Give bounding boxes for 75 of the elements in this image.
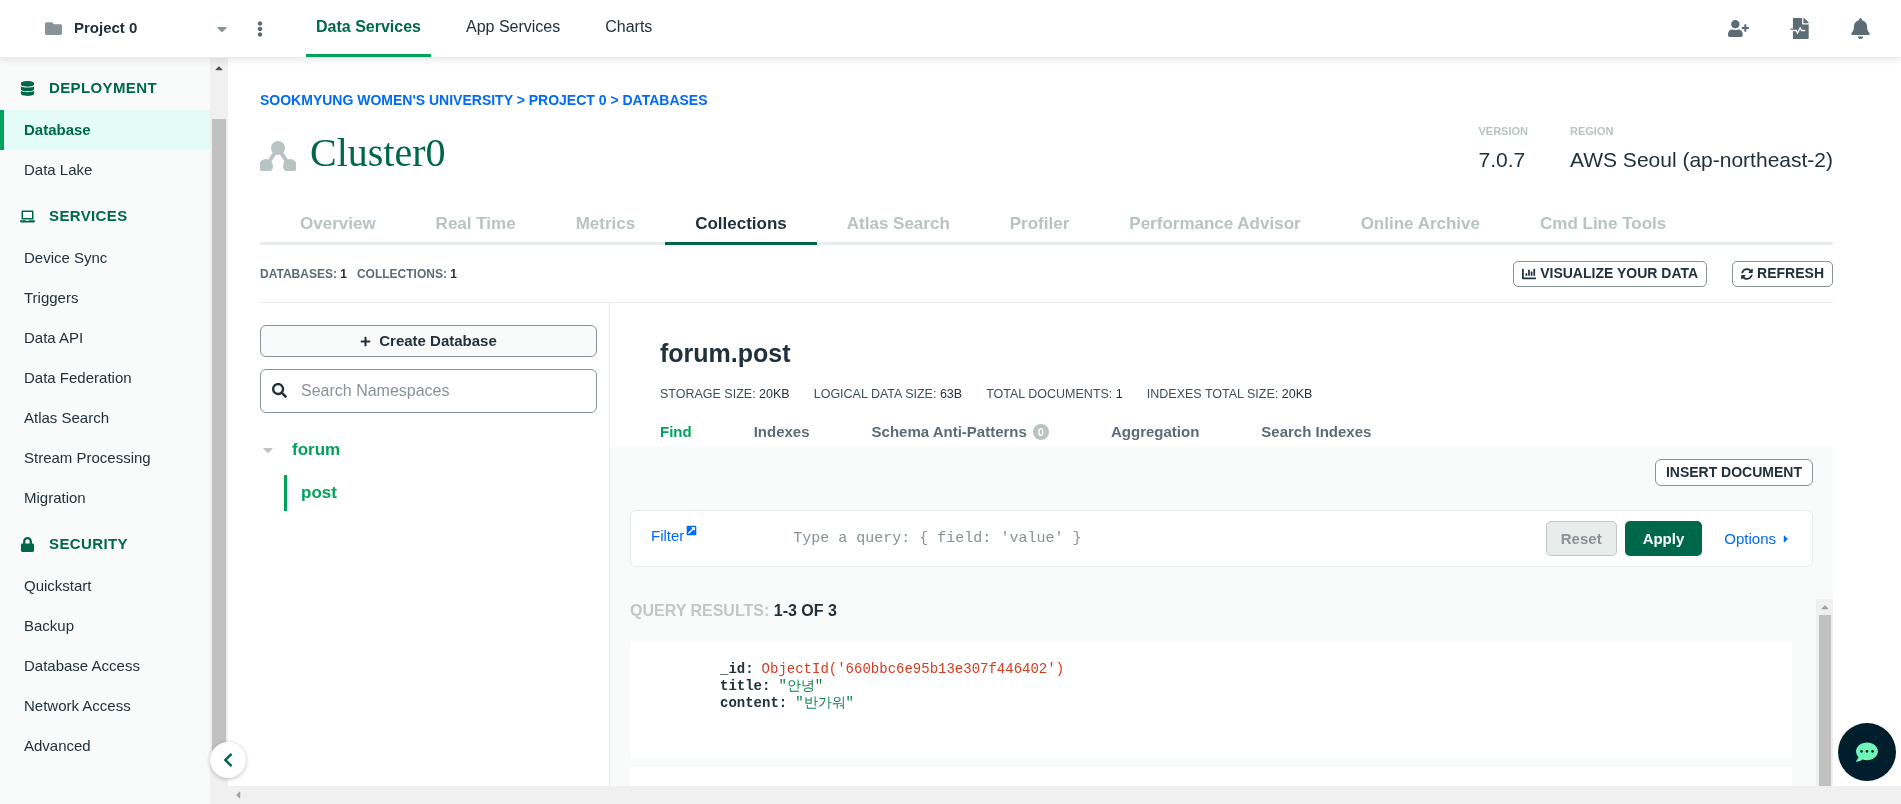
field-key: title: — [720, 678, 771, 696]
count-label: DATABASES: 1 — [260, 265, 347, 283]
options-button[interactable]: Options — [1724, 527, 1792, 550]
sidebar-item[interactable]: Data API — [0, 318, 210, 358]
lock-icon — [20, 536, 35, 552]
sidebar-item[interactable]: Device Sync — [0, 238, 210, 278]
field-value: ObjectId('660bbc6e95b13e307f446402') — [761, 661, 1065, 679]
apply-button[interactable]: Apply — [1624, 521, 1703, 557]
visualize-button[interactable]: VISUALIZE YOUR DATA — [1513, 260, 1708, 287]
sidebar-item[interactable]: Migration — [0, 478, 210, 518]
collection-tab[interactable]: Aggregation — [1094, 417, 1217, 448]
count-badge: 0 — [1032, 424, 1049, 441]
sidebar-item[interactable]: Atlas Search — [0, 398, 210, 438]
sidebar-item[interactable]: Database Access — [0, 646, 210, 686]
stat-label: INDEXES TOTAL SIZE: 20KB — [1146, 385, 1313, 403]
info-label: VERSION — [1478, 124, 1528, 139]
collection-name: forum.post — [660, 338, 792, 369]
chat-icon — [1856, 741, 1878, 763]
laptop-icon — [20, 208, 35, 224]
section-heading: SERVICES — [49, 205, 128, 226]
external-link-icon — [686, 525, 698, 537]
plus-icon — [360, 335, 372, 347]
field-key: _id: — [720, 661, 754, 679]
nav-tab[interactable]: App Services — [455, 0, 571, 57]
collection-tab[interactable]: Indexes — [736, 417, 827, 448]
filter-link[interactable]: Filter — [651, 525, 698, 548]
scrollbar[interactable] — [1816, 599, 1833, 786]
sidebar-item[interactable]: Triggers — [0, 278, 210, 318]
folder-icon — [45, 20, 62, 37]
sidebar-item[interactable]: Network Access — [0, 686, 210, 726]
bell-icon[interactable] — [1850, 18, 1871, 39]
cluster-name: Cluster0 — [310, 133, 446, 173]
query-field[interactable]: Type a query: { field: 'value' } — [793, 527, 1546, 550]
database-icon — [20, 80, 35, 96]
stat-label: LOGICAL DATA SIZE: 63B — [813, 385, 963, 403]
chat-button[interactable] — [1838, 723, 1896, 781]
collection-tab[interactable]: Search Indexes — [1244, 417, 1389, 448]
horizontal-scrollbar[interactable] — [228, 786, 1901, 804]
sidebar-item[interactable]: Data Lake — [0, 150, 210, 190]
project-name[interactable]: Project 0 — [74, 17, 138, 40]
results-count: QUERY RESULTS: 1-3 OF 3 — [630, 601, 838, 622]
refresh-button[interactable]: REFRESH — [1732, 260, 1833, 287]
field-value: "반가워" — [795, 695, 855, 713]
breadcrumb[interactable]: SOOKMYUNG WOMEN'S UNIVERSITY > PROJECT 0 > DATABASES — [260, 90, 1833, 111]
info-label: REGION — [1570, 124, 1615, 139]
chart-icon — [1522, 266, 1537, 281]
info-value: AWS Seoul (ap-northeast-2) — [1570, 146, 1833, 173]
sidebar-item[interactable]: Quickstart — [0, 566, 210, 606]
scrollbar[interactable] — [210, 58, 228, 804]
search-icon — [272, 383, 287, 398]
sidebar-item[interactable]: Data Federation — [0, 358, 210, 398]
collapse-button[interactable] — [210, 742, 246, 778]
sidebar-item[interactable]: Backup — [0, 606, 210, 646]
cluster-tab[interactable]: Collections — [665, 205, 817, 245]
refresh-icon — [1741, 267, 1754, 280]
count-label: COLLECTIONS: 1 — [356, 265, 457, 283]
create-database-button[interactable]: Create Database — [260, 325, 597, 357]
stat-label: STORAGE SIZE: 20KB — [660, 385, 790, 403]
sidebar-item[interactable]: Database — [0, 110, 210, 150]
insert-document-button[interactable]: INSERT DOCUMENT — [1654, 459, 1813, 487]
file-activity-icon[interactable] — [1789, 18, 1810, 39]
nav-tab[interactable]: Data Services — [306, 0, 431, 57]
collection-tab[interactable]: Schema Anti-Patterns 0 — [854, 417, 1066, 448]
field-key: content: — [720, 695, 788, 713]
stat-label: TOTAL DOCUMENTS: 1 — [986, 385, 1123, 403]
add-user-icon[interactable] — [1728, 18, 1749, 39]
field-value: "안녕" — [778, 678, 824, 696]
sidebar-item[interactable]: Stream Processing — [0, 438, 210, 478]
section-heading: SECURITY — [49, 533, 128, 554]
search-field[interactable]: Search Namespaces — [260, 369, 597, 413]
sidebar-item[interactable]: Advanced — [0, 726, 210, 766]
nav-tab[interactable]: Charts — [595, 0, 663, 57]
cluster-icon — [260, 141, 296, 171]
section-heading: DEPLOYMENT — [49, 77, 157, 98]
info-value: 7.0.7 — [1478, 146, 1527, 173]
